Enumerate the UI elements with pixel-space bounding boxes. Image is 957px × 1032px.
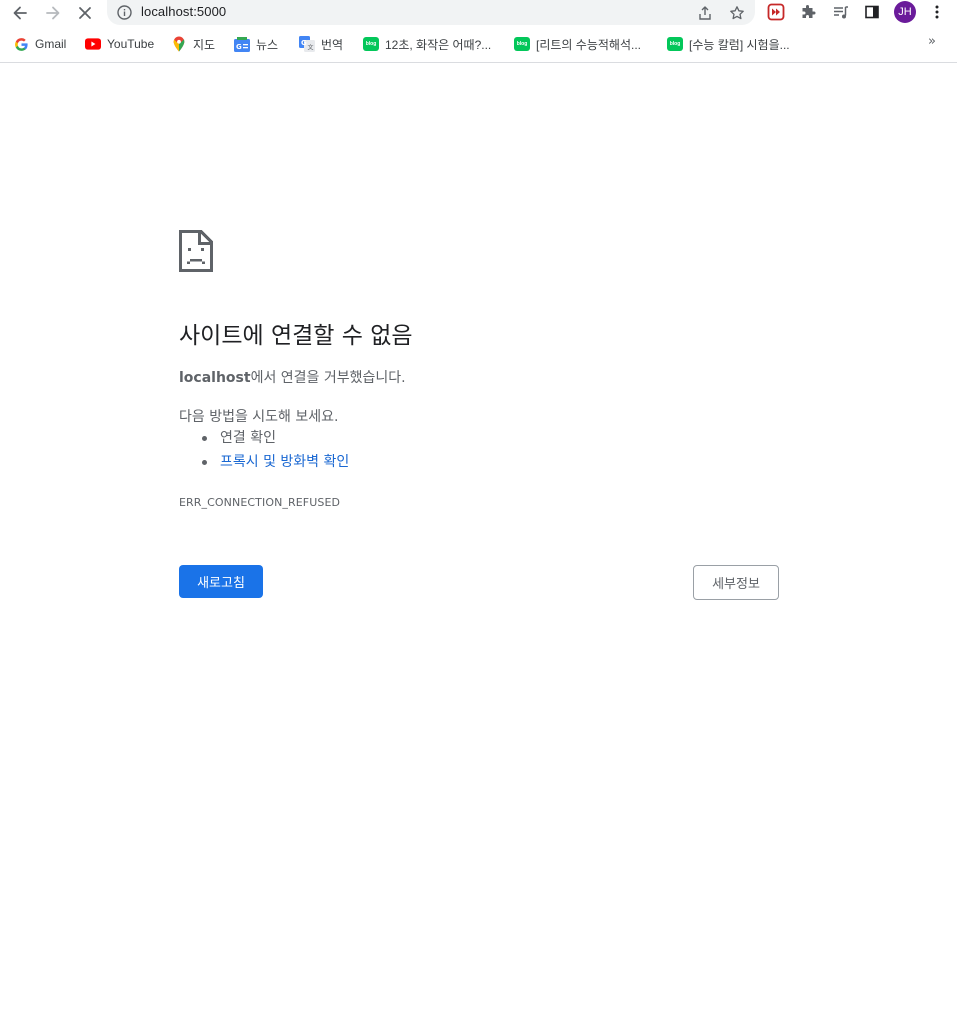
- bookmark-translate[interactable]: G文 번역: [299, 34, 343, 54]
- blog-icon: blog: [667, 36, 683, 52]
- stop-loading-button[interactable]: [73, 0, 97, 25]
- suggestion-check-connection: 연결 확인: [202, 429, 349, 453]
- bookmark-label: [수능 칼럼] 시험을...: [689, 37, 790, 52]
- bookmark-star-button[interactable]: [726, 2, 748, 24]
- translate-icon: G文: [299, 36, 315, 52]
- details-button[interactable]: 세부정보: [693, 565, 779, 600]
- side-panel-icon: [865, 5, 879, 19]
- youtube-icon: [85, 36, 101, 52]
- browser-menu-button[interactable]: [926, 1, 948, 23]
- arrow-left-icon: [13, 6, 27, 19]
- forward-button[interactable]: [41, 0, 65, 25]
- media-controls-button[interactable]: [829, 1, 851, 23]
- bookmark-blog-2[interactable]: blog [리트의 수능적해석...: [514, 34, 641, 54]
- url-text[interactable]: localhost:5000: [141, 4, 226, 19]
- side-panel-button[interactable]: [861, 1, 883, 23]
- error-code: ERR_CONNECTION_REFUSED: [179, 496, 341, 509]
- suggestions-list: 연결 확인 프록시 및 방화벽 확인: [202, 429, 349, 477]
- bookmark-blog-3[interactable]: blog [수능 칼럼] 시험을...: [667, 34, 790, 54]
- blog-icon: blog: [363, 36, 379, 52]
- back-button[interactable]: [8, 0, 32, 25]
- close-icon: [79, 6, 91, 19]
- reload-button[interactable]: 새로고침: [179, 565, 263, 598]
- star-icon: [730, 6, 744, 20]
- check-proxy-firewall-link[interactable]: 프록시 및 방화벽 확인: [220, 454, 349, 470]
- bookmark-news[interactable]: G 뉴스: [234, 34, 278, 54]
- toolbar-divider: [0, 62, 957, 63]
- bookmark-label: YouTube: [107, 37, 155, 51]
- google-icon: [13, 36, 29, 52]
- maps-pin-icon: [171, 36, 187, 52]
- bookmark-label: [리트의 수능적해석...: [536, 37, 641, 52]
- fast-forward-extension-icon: [767, 3, 785, 21]
- extensions-menu-button[interactable]: [797, 1, 819, 23]
- suggestion-check-proxy-firewall: 프록시 및 방화벽 확인: [202, 453, 349, 477]
- bookmark-label: 뉴스: [256, 37, 279, 52]
- bookmark-gmail[interactable]: Gmail: [13, 34, 66, 54]
- address-bar[interactable]: localhost:5000: [107, 0, 755, 25]
- error-host: localhost: [179, 370, 251, 386]
- news-icon: G: [234, 36, 250, 52]
- share-button[interactable]: [694, 2, 716, 24]
- profile-avatar[interactable]: JH: [894, 1, 916, 23]
- bookmark-label: 번역: [321, 37, 344, 52]
- kebab-menu-icon: [935, 5, 939, 19]
- bookmark-label: 지도: [193, 37, 216, 52]
- puzzle-icon: [802, 4, 815, 18]
- sad-document-icon: [179, 230, 213, 272]
- svg-text:G: G: [301, 39, 307, 47]
- bookmark-youtube[interactable]: YouTube: [85, 34, 154, 54]
- suggestions-heading: 다음 방법을 시도해 보세요.: [179, 409, 339, 425]
- bookmark-label: Gmail: [35, 37, 67, 51]
- arrow-right-icon: [46, 6, 60, 19]
- error-message: localhost에서 연결을 거부했습니다.: [179, 367, 406, 387]
- suggestion-label: 연결 확인: [220, 430, 276, 446]
- bookmarks-overflow-button[interactable]: »: [928, 34, 936, 49]
- extension-button[interactable]: [765, 1, 787, 23]
- playlist-music-icon: [833, 5, 848, 18]
- svg-text:G: G: [236, 43, 242, 51]
- bookmark-label: 12초, 화작은 어때?...: [385, 37, 492, 52]
- browser-toolbar: localhost:5000 JH: [0, 0, 957, 25]
- error-title: 사이트에 연결할 수 없음: [179, 323, 413, 349]
- bookmark-blog-1[interactable]: blog 12초, 화작은 어때?...: [363, 34, 491, 54]
- info-icon[interactable]: [116, 4, 133, 21]
- svg-text:文: 文: [308, 44, 314, 52]
- share-icon: [699, 6, 711, 20]
- error-message-suffix: 에서 연결을 거부했습니다.: [250, 370, 406, 386]
- blog-icon: blog: [514, 36, 530, 52]
- bookmarks-bar: Gmail YouTube 지도 G 뉴스 G文 번역 blog 12초, 화작…: [0, 31, 957, 57]
- bookmark-maps[interactable]: 지도: [171, 34, 215, 54]
